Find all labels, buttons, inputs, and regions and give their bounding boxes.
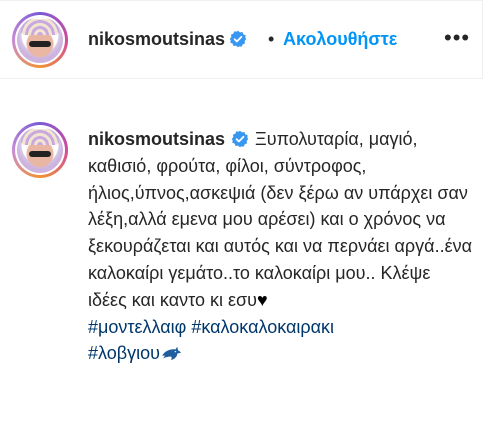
more-horizontal-icon[interactable]: ••• <box>444 27 470 49</box>
header-username[interactable]: nikosmoutsinas <box>88 29 225 49</box>
dolphin-icon <box>162 347 181 361</box>
caption: nikosmoutsinas Ξυπολυταρία, μαγιό, καθισ… <box>88 126 473 367</box>
hashtag-link[interactable]: #λοβγιου <box>88 343 160 363</box>
avatar-ring <box>15 125 65 175</box>
verified-badge-icon <box>229 30 247 48</box>
hashtag-link[interactable]: #μοντελλαιφ <box>88 317 186 337</box>
avatar-image <box>17 17 63 63</box>
post-header: nikosmoutsinas • Ακολουθήστε ••• <box>0 0 483 79</box>
heart-emoji: ♥ <box>256 289 268 310</box>
caption-avatar[interactable] <box>12 122 68 178</box>
avatar-image <box>17 127 63 173</box>
verified-badge-icon <box>231 130 249 148</box>
avatar-ring <box>15 15 65 65</box>
follow-button[interactable]: Ακολουθήστε <box>283 29 397 50</box>
profile-avatar[interactable] <box>12 12 68 68</box>
hashtag-link[interactable]: #καλοκαλοκαιρακι <box>191 317 334 337</box>
caption-text: Ξυπολυταρία, μαγιό, καθισιό, φρούτα, φίλ… <box>88 129 473 310</box>
header-separator: • <box>268 29 275 49</box>
caption-username[interactable]: nikosmoutsinas <box>88 129 225 149</box>
header-username-block: nikosmoutsinas <box>88 29 247 50</box>
